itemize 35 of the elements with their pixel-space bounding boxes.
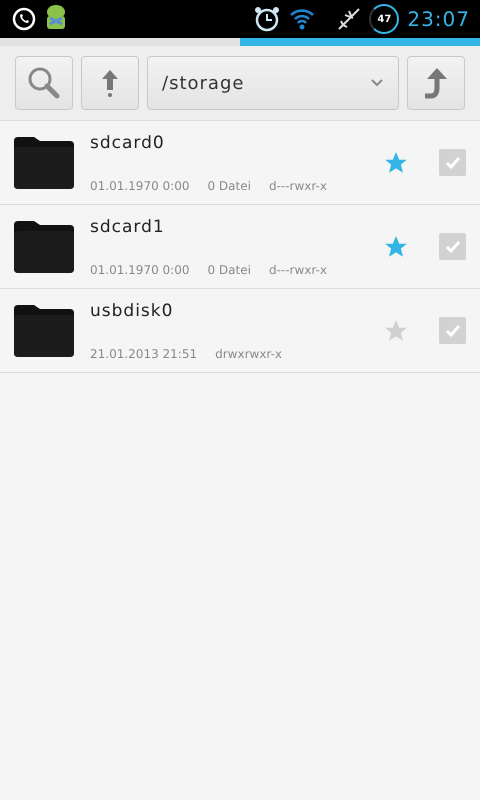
chevron-down-icon xyxy=(370,78,384,88)
checkmark-icon xyxy=(444,324,460,338)
folder-icon xyxy=(12,302,76,358)
file-name: usbdisk0 xyxy=(90,300,174,320)
alarm-clock-icon xyxy=(253,5,282,33)
chat-icon xyxy=(12,7,36,31)
wifi-icon xyxy=(289,7,316,31)
file-date: 21.01.2013 21:51 xyxy=(90,346,198,360)
file-name: sdcard1 xyxy=(90,216,166,236)
path-dropdown[interactable]: /storage xyxy=(147,56,399,110)
clock-time: 23:07 xyxy=(407,7,470,31)
favorite-star-icon[interactable] xyxy=(383,318,409,344)
select-checkbox[interactable] xyxy=(439,317,466,344)
search-button[interactable] xyxy=(15,56,73,110)
file-count: 0 Datei xyxy=(207,262,251,276)
up-button[interactable] xyxy=(81,56,139,110)
file-permissions: d---rwxr-x xyxy=(268,178,327,192)
file-permissions: drwxrwxr-x xyxy=(215,346,282,360)
select-checkbox[interactable] xyxy=(439,233,466,260)
folder-icon xyxy=(12,134,76,190)
file-permissions: d---rwxr-x xyxy=(268,262,327,276)
file-name: sdcard0 xyxy=(90,132,166,152)
battery-level: 47 xyxy=(369,4,400,34)
favorite-star-icon[interactable] xyxy=(383,234,409,260)
file-date: 01.01.1970 0:00 xyxy=(90,178,190,192)
file-date: 01.01.1970 0:00 xyxy=(90,262,190,276)
select-checkbox[interactable] xyxy=(439,149,466,176)
up-arrow-icon xyxy=(100,68,120,98)
checkmark-icon xyxy=(444,240,460,254)
checkmark-icon xyxy=(444,156,460,170)
search-icon xyxy=(27,66,61,100)
jump-button[interactable] xyxy=(407,56,465,110)
file-count: 0 Datei xyxy=(207,178,251,192)
favorite-star-icon[interactable] xyxy=(383,150,409,176)
folder-icon xyxy=(12,218,76,274)
